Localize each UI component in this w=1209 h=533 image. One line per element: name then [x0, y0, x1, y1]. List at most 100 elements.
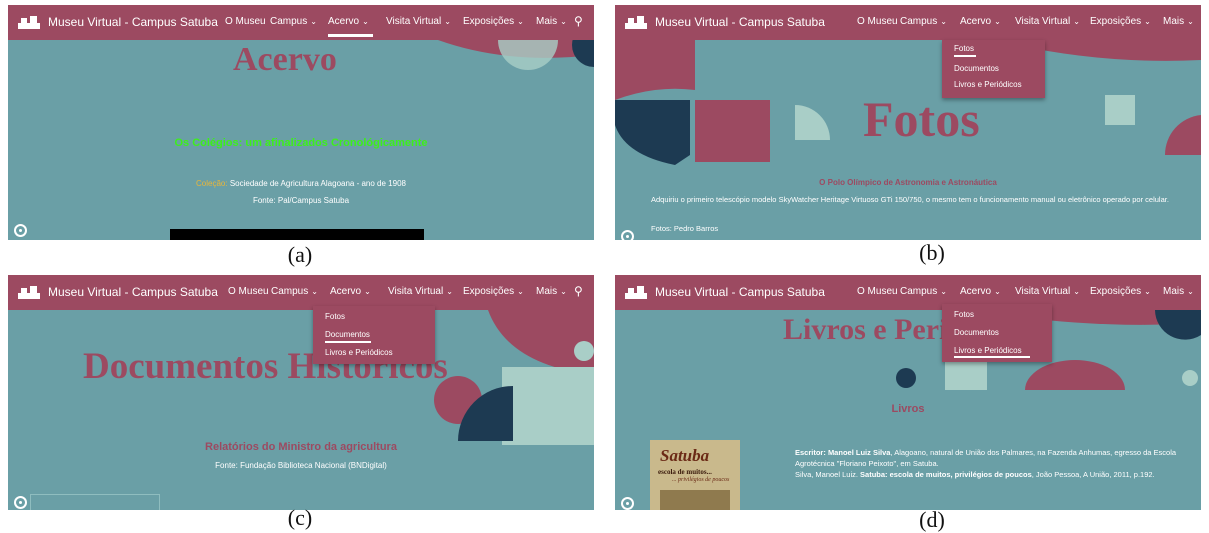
nav-campus-label: Campus: [900, 16, 938, 27]
nav-exposicoes-label: Exposições: [463, 286, 515, 297]
museum-logo-icon[interactable]: [625, 15, 647, 29]
reference-suffix: , João Pessoa, A União, 2011, p.192.: [1031, 470, 1155, 479]
caption-d: (d): [919, 507, 945, 532]
book-cover-subtitle-2: ... privilégios de poucos: [672, 477, 730, 483]
dropdown-item-livros[interactable]: Livros e Periódicos: [954, 346, 1022, 355]
photo-credit: Fotos: Pedro Barros: [651, 224, 719, 233]
nav-mais-label: Mais: [536, 286, 558, 297]
nav-visita-virtual[interactable]: Visita Virtual ⌄: [386, 16, 451, 27]
section-heading: Livros: [891, 403, 925, 415]
nav-brand[interactable]: Museu Virtual - Campus Satuba: [655, 15, 825, 29]
chevron-down-icon: ⌄: [1144, 287, 1151, 296]
nav-campus[interactable]: Campus ⌄: [270, 16, 317, 27]
screenshot-panel-b: Museu Virtual - Campus Satuba O Museu Ca…: [615, 5, 1201, 240]
nav-brand[interactable]: Museu Virtual - Campus Satuba: [655, 285, 825, 299]
book-cover-subtitle-1: escola de muitos...: [658, 468, 712, 476]
active-item-underline: [954, 356, 1030, 358]
image-strip: [170, 229, 424, 240]
nav-brand[interactable]: Museu Virtual - Campus Satuba: [48, 15, 218, 29]
dropdown-item-documentos[interactable]: Documentos: [954, 328, 999, 337]
nav-brand[interactable]: Museu Virtual - Campus Satuba: [48, 285, 218, 299]
chevron-down-icon: ⌄: [940, 17, 947, 26]
search-icon[interactable]: ⚲: [574, 284, 583, 298]
nav-mais-label: Mais: [1163, 286, 1185, 297]
chevron-down-icon: ⌄: [560, 17, 567, 26]
nav-campus[interactable]: Campus ⌄: [900, 16, 947, 27]
chevron-down-icon: ⌄: [1187, 17, 1194, 26]
nav-acervo[interactable]: Acervo ⌄: [330, 286, 371, 297]
nav-o-museu[interactable]: O Museu: [228, 286, 269, 297]
nav-acervo[interactable]: Acervo ⌄: [960, 16, 1001, 27]
nav-visita-label: Visita Virtual: [386, 16, 442, 27]
dropdown-item-fotos[interactable]: Fotos: [954, 310, 974, 319]
nav-o-museu[interactable]: O Museu: [857, 286, 898, 297]
reference-title: Satuba: escola de muitos, privilégios de…: [860, 470, 1032, 479]
chevron-down-icon: ⌄: [310, 17, 317, 26]
dropdown-item-fotos[interactable]: Fotos: [325, 312, 345, 321]
accessibility-icon[interactable]: [621, 230, 634, 240]
search-icon[interactable]: ⚲: [574, 14, 583, 28]
accessibility-icon[interactable]: [621, 497, 634, 510]
nav-exposicoes-label: Exposições: [1090, 16, 1142, 27]
nav-mais[interactable]: Mais ⌄: [1163, 286, 1194, 297]
escritor-name: Manoel Luiz Silva: [827, 448, 891, 457]
museum-logo-icon[interactable]: [18, 15, 40, 29]
accessibility-icon[interactable]: [14, 224, 27, 237]
nav-exposicoes-label: Exposições: [463, 16, 515, 27]
nav-o-museu[interactable]: O Museu: [857, 16, 898, 27]
nav-visita-label: Visita Virtual: [1015, 286, 1071, 297]
screenshot-panel-a: Museu Virtual - Campus Satuba O Museu Ca…: [8, 5, 594, 240]
dropdown-item-documentos[interactable]: Documentos: [954, 64, 999, 73]
chevron-down-icon: ⌄: [446, 287, 453, 296]
chevron-down-icon: ⌄: [940, 287, 947, 296]
nav-mais[interactable]: Mais ⌄: [1163, 16, 1194, 27]
dropdown-item-documentos[interactable]: Documentos: [325, 330, 370, 339]
headline: Os Colégios: um afinalizados Cronológica…: [174, 137, 428, 149]
caption-a: (a): [287, 242, 313, 267]
navbar: Museu Virtual - Campus Satuba O Museu Ca…: [8, 275, 594, 310]
active-tab-underline: [328, 34, 373, 37]
museum-logo-icon[interactable]: [625, 285, 647, 299]
nav-exposicoes[interactable]: Exposições ⌄: [463, 16, 524, 27]
escritor-label: Escritor:: [795, 448, 826, 457]
nav-acervo-label: Acervo: [328, 16, 360, 27]
nav-visita-virtual[interactable]: Visita Virtual ⌄: [1015, 16, 1080, 27]
nav-mais[interactable]: Mais ⌄: [536, 286, 567, 297]
book-description: Escritor: Manoel Luiz Silva, Alagoano, n…: [795, 447, 1187, 480]
nav-acervo[interactable]: Acervo ⌄: [960, 286, 1001, 297]
nav-acervo[interactable]: Acervo ⌄: [328, 16, 369, 27]
dropdown-item-livros[interactable]: Livros e Periódicos: [954, 80, 1022, 89]
screenshot-panel-c: Museu Virtual - Campus Satuba O Museu Ca…: [8, 275, 594, 510]
chevron-down-icon: ⌄: [364, 287, 371, 296]
chevron-down-icon: ⌄: [1187, 287, 1194, 296]
nav-campus[interactable]: Campus ⌄: [271, 286, 318, 297]
nav-campus[interactable]: Campus ⌄: [900, 286, 947, 297]
acervo-dropdown: Fotos Documentos Livros e Periódicos: [942, 304, 1052, 362]
museum-logo-icon[interactable]: [18, 285, 40, 299]
nav-exposicoes[interactable]: Exposições ⌄: [463, 286, 524, 297]
nav-campus-label: Campus: [900, 286, 938, 297]
screenshot-panel-d: Museu Virtual - Campus Satuba O Museu Ca…: [615, 275, 1201, 510]
fonte-line: Fonte: Fundação Biblioteca Nacional (BND…: [215, 461, 387, 470]
nav-mais-label: Mais: [1163, 16, 1185, 27]
nav-mais[interactable]: Mais ⌄: [536, 16, 567, 27]
decorative-shapes: [398, 310, 594, 445]
active-item-underline: [954, 55, 976, 57]
caption-b: (b): [919, 240, 945, 265]
nav-exposicoes[interactable]: Exposições ⌄: [1090, 286, 1151, 297]
nav-o-museu[interactable]: O Museu: [225, 16, 266, 27]
accessibility-icon[interactable]: [14, 496, 27, 509]
page-title: Acervo: [233, 41, 337, 78]
nav-visita-label: Visita Virtual: [388, 286, 444, 297]
chevron-down-icon: ⌄: [560, 287, 567, 296]
acervo-dropdown: Fotos Documentos Livros e Periódicos: [313, 306, 435, 364]
colecao-label: Coleção:: [196, 179, 228, 188]
chevron-down-icon: ⌄: [1073, 287, 1080, 296]
nav-visita-virtual[interactable]: Visita Virtual ⌄: [388, 286, 453, 297]
nav-visita-virtual[interactable]: Visita Virtual ⌄: [1015, 286, 1080, 297]
reference-prefix: Silva, Manoel Luiz.: [795, 470, 858, 479]
dropdown-item-livros[interactable]: Livros e Periódicos: [325, 348, 393, 357]
caption-c: (c): [287, 505, 313, 530]
nav-exposicoes[interactable]: Exposições ⌄: [1090, 16, 1151, 27]
dropdown-item-fotos[interactable]: Fotos: [954, 44, 974, 53]
